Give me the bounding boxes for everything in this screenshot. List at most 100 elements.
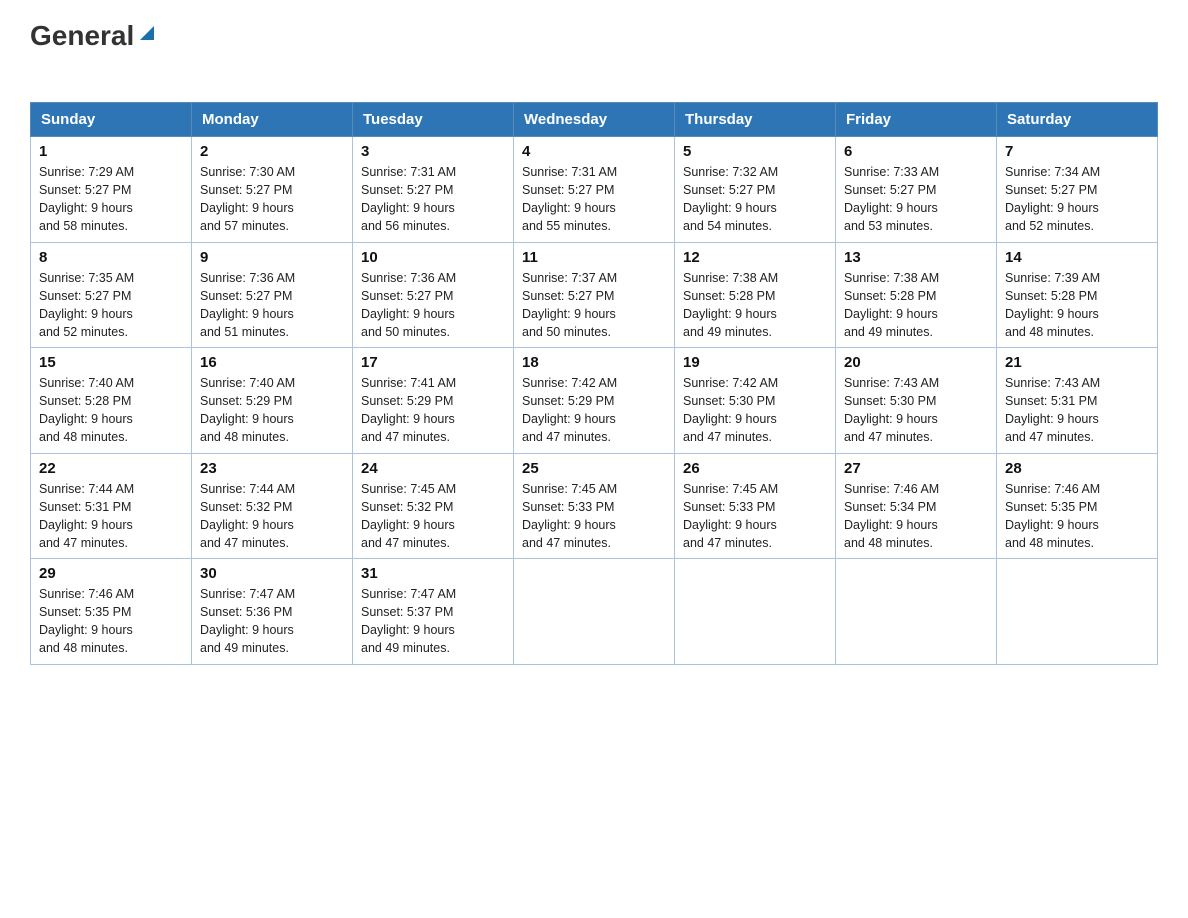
calendar-week-row: 29 Sunrise: 7:46 AMSunset: 5:35 PMDayligh… (31, 559, 1158, 665)
calendar-cell: 13 Sunrise: 7:38 AMSunset: 5:28 PMDayligh… (836, 242, 997, 348)
day-info: Sunrise: 7:47 AMSunset: 5:36 PMDaylight:… (200, 587, 295, 655)
day-header-thursday: Thursday (675, 103, 836, 137)
day-number: 31 (361, 565, 505, 582)
day-number: 6 (844, 143, 988, 160)
day-header-friday: Friday (836, 103, 997, 137)
day-info: Sunrise: 7:31 AMSunset: 5:27 PMDaylight:… (522, 165, 617, 233)
day-number: 4 (522, 143, 666, 160)
calendar-week-row: 1Sunrise: 7:29 AMSunset: 5:27 PMDaylight… (31, 137, 1158, 243)
calendar-table: SundayMondayTuesdayWednesdayThursdayFrid… (30, 102, 1158, 665)
day-header-tuesday: Tuesday (353, 103, 514, 137)
calendar-cell: 23 Sunrise: 7:44 AMSunset: 5:32 PMDayligh… (192, 453, 353, 559)
day-info: Sunrise: 7:40 AMSunset: 5:28 PMDaylight:… (39, 376, 134, 444)
day-number: 9 (200, 249, 344, 266)
day-number: 22 (39, 460, 183, 477)
logo-area: General (30, 20, 158, 84)
day-info: Sunrise: 7:33 AMSunset: 5:27 PMDaylight:… (844, 165, 939, 233)
logo-general-text: General (30, 20, 134, 52)
day-info: Sunrise: 7:46 AMSunset: 5:34 PMDaylight:… (844, 482, 939, 550)
day-info: Sunrise: 7:46 AMSunset: 5:35 PMDaylight:… (1005, 482, 1100, 550)
day-number: 21 (1005, 354, 1149, 371)
calendar-week-row: 22 Sunrise: 7:44 AMSunset: 5:31 PMDayligh… (31, 453, 1158, 559)
calendar-cell: 29 Sunrise: 7:46 AMSunset: 5:35 PMDayligh… (31, 559, 192, 665)
day-info: Sunrise: 7:29 AMSunset: 5:27 PMDaylight:… (39, 165, 134, 233)
calendar-cell (997, 559, 1158, 665)
day-info: Sunrise: 7:45 AMSunset: 5:32 PMDaylight:… (361, 482, 456, 550)
day-number: 30 (200, 565, 344, 582)
day-header-wednesday: Wednesday (514, 103, 675, 137)
day-number: 7 (1005, 143, 1149, 160)
day-number: 5 (683, 143, 827, 160)
calendar-cell: 11 Sunrise: 7:37 AMSunset: 5:27 PMDayligh… (514, 242, 675, 348)
calendar-cell: 5Sunrise: 7:32 AMSunset: 5:27 PMDaylight… (675, 137, 836, 243)
day-header-sunday: Sunday (31, 103, 192, 137)
calendar-cell: 24 Sunrise: 7:45 AMSunset: 5:32 PMDayligh… (353, 453, 514, 559)
day-number: 23 (200, 460, 344, 477)
day-info: Sunrise: 7:43 AMSunset: 5:31 PMDaylight:… (1005, 376, 1100, 444)
calendar-cell: 7 Sunrise: 7:34 AMSunset: 5:27 PMDaylight… (997, 137, 1158, 243)
day-info: Sunrise: 7:43 AMSunset: 5:30 PMDaylight:… (844, 376, 939, 444)
day-number: 17 (361, 354, 505, 371)
day-number: 20 (844, 354, 988, 371)
day-number: 25 (522, 460, 666, 477)
calendar-cell: 15Sunrise: 7:40 AMSunset: 5:28 PMDayligh… (31, 348, 192, 454)
calendar-cell: 16 Sunrise: 7:40 AMSunset: 5:29 PMDayligh… (192, 348, 353, 454)
calendar-cell: 17 Sunrise: 7:41 AMSunset: 5:29 PMDayligh… (353, 348, 514, 454)
calendar-cell: 28 Sunrise: 7:46 AMSunset: 5:35 PMDayligh… (997, 453, 1158, 559)
day-info: Sunrise: 7:42 AMSunset: 5:30 PMDaylight:… (683, 376, 778, 444)
calendar-header-row: SundayMondayTuesdayWednesdayThursdayFrid… (31, 103, 1158, 137)
calendar-cell: 25 Sunrise: 7:45 AMSunset: 5:33 PMDayligh… (514, 453, 675, 559)
day-info: Sunrise: 7:36 AMSunset: 5:27 PMDaylight:… (361, 271, 456, 339)
day-header-saturday: Saturday (997, 103, 1158, 137)
calendar-cell (675, 559, 836, 665)
calendar-cell (836, 559, 997, 665)
day-info: Sunrise: 7:41 AMSunset: 5:29 PMDaylight:… (361, 376, 456, 444)
day-number: 24 (361, 460, 505, 477)
header: General (30, 20, 1158, 84)
day-info: Sunrise: 7:47 AMSunset: 5:37 PMDaylight:… (361, 587, 456, 655)
day-number: 3 (361, 143, 505, 160)
day-number: 10 (361, 249, 505, 266)
day-number: 19 (683, 354, 827, 371)
calendar-cell: 9 Sunrise: 7:36 AMSunset: 5:27 PMDaylight… (192, 242, 353, 348)
day-info: Sunrise: 7:46 AMSunset: 5:35 PMDaylight:… (39, 587, 134, 655)
day-header-monday: Monday (192, 103, 353, 137)
day-info: Sunrise: 7:45 AMSunset: 5:33 PMDaylight:… (683, 482, 778, 550)
day-number: 16 (200, 354, 344, 371)
calendar-cell: 3 Sunrise: 7:31 AMSunset: 5:27 PMDaylight… (353, 137, 514, 243)
logo-triangle-icon (136, 22, 158, 49)
day-info: Sunrise: 7:35 AMSunset: 5:27 PMDaylight:… (39, 271, 134, 339)
calendar-cell: 31 Sunrise: 7:47 AMSunset: 5:37 PMDayligh… (353, 559, 514, 665)
calendar-week-row: 15Sunrise: 7:40 AMSunset: 5:28 PMDayligh… (31, 348, 1158, 454)
day-info: Sunrise: 7:38 AMSunset: 5:28 PMDaylight:… (844, 271, 939, 339)
day-info: Sunrise: 7:44 AMSunset: 5:32 PMDaylight:… (200, 482, 295, 550)
calendar-week-row: 8 Sunrise: 7:35 AMSunset: 5:27 PMDaylight… (31, 242, 1158, 348)
calendar-cell: 10 Sunrise: 7:36 AMSunset: 5:27 PMDayligh… (353, 242, 514, 348)
day-number: 2 (200, 143, 344, 160)
day-info: Sunrise: 7:30 AMSunset: 5:27 PMDaylight:… (200, 165, 295, 233)
day-info: Sunrise: 7:42 AMSunset: 5:29 PMDaylight:… (522, 376, 617, 444)
day-info: Sunrise: 7:37 AMSunset: 5:27 PMDaylight:… (522, 271, 617, 339)
day-info: Sunrise: 7:45 AMSunset: 5:33 PMDaylight:… (522, 482, 617, 550)
day-number: 29 (39, 565, 183, 582)
calendar-cell (514, 559, 675, 665)
day-info: Sunrise: 7:34 AMSunset: 5:27 PMDaylight:… (1005, 165, 1100, 233)
day-number: 8 (39, 249, 183, 266)
day-info: Sunrise: 7:44 AMSunset: 5:31 PMDaylight:… (39, 482, 134, 550)
day-number: 26 (683, 460, 827, 477)
calendar-cell: 12Sunrise: 7:38 AMSunset: 5:28 PMDayligh… (675, 242, 836, 348)
calendar-cell: 26 Sunrise: 7:45 AMSunset: 5:33 PMDayligh… (675, 453, 836, 559)
day-info: Sunrise: 7:40 AMSunset: 5:29 PMDaylight:… (200, 376, 295, 444)
day-info: Sunrise: 7:31 AMSunset: 5:27 PMDaylight:… (361, 165, 456, 233)
day-number: 11 (522, 249, 666, 266)
calendar-cell: 18Sunrise: 7:42 AMSunset: 5:29 PMDayligh… (514, 348, 675, 454)
calendar-cell: 21 Sunrise: 7:43 AMSunset: 5:31 PMDayligh… (997, 348, 1158, 454)
calendar-cell: 4 Sunrise: 7:31 AMSunset: 5:27 PMDaylight… (514, 137, 675, 243)
day-number: 13 (844, 249, 988, 266)
calendar-cell: 14Sunrise: 7:39 AMSunset: 5:28 PMDayligh… (997, 242, 1158, 348)
day-info: Sunrise: 7:36 AMSunset: 5:27 PMDaylight:… (200, 271, 295, 339)
logo-blue-row (30, 52, 32, 84)
day-info: Sunrise: 7:39 AMSunset: 5:28 PMDaylight:… (1005, 271, 1100, 339)
calendar-cell: 8 Sunrise: 7:35 AMSunset: 5:27 PMDaylight… (31, 242, 192, 348)
day-number: 28 (1005, 460, 1149, 477)
